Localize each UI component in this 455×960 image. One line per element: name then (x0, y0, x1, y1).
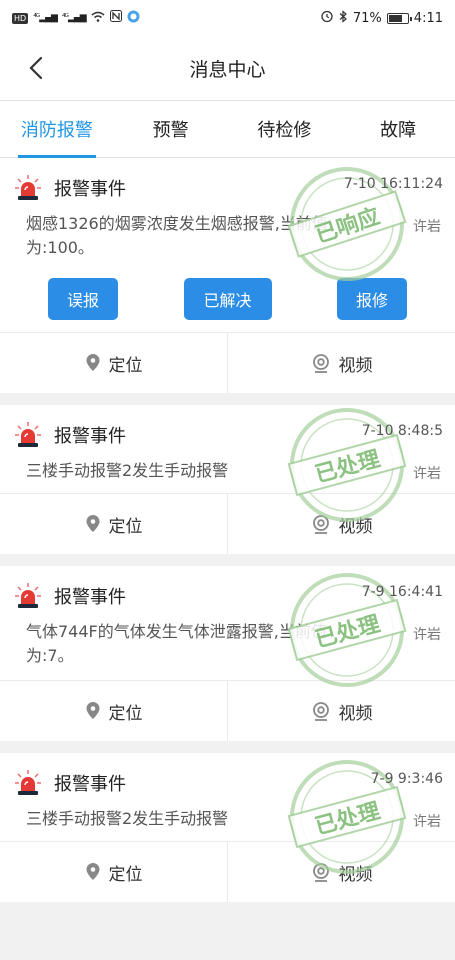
alarm-siren-icon (15, 583, 41, 608)
page-title: 消息中心 (189, 58, 266, 81)
alarm-siren-icon (15, 422, 41, 447)
locate-button[interactable]: 定位 (0, 333, 227, 393)
event-time: 7-10 16:11:24 (343, 176, 443, 192)
handler-name: 许岩 (413, 219, 441, 235)
tab-pending-repair[interactable]: 待检修 (228, 101, 342, 157)
tab-bar: 消防报警 预警 待检修 故障 (0, 100, 455, 158)
event-message: 烟感1326的烟雾浓度发生烟感报警,当前值为:100。 (26, 214, 328, 257)
video-button[interactable]: 视频 (227, 842, 455, 902)
event-time: 7-9 9:3:46 (370, 771, 443, 787)
event-time: 7-9 16:4:41 (361, 584, 443, 600)
clock: 4:11 (413, 10, 443, 26)
video-camera-icon (312, 515, 329, 534)
handler-name: 许岩 (413, 627, 441, 643)
handler-name: 许岩 (413, 466, 441, 482)
alarm-card[interactable]: 已处理 报警事件 7-9 9:3:46 三楼手动报警2发生手动报警 许岩 定位 … (0, 753, 455, 902)
event-message: 气体744F的气体发生气体泄露报警,当前值为:7。 (26, 622, 327, 665)
video-label: 视频 (338, 516, 373, 537)
alarm-siren-icon (15, 770, 41, 795)
signal-icon: ⁴ᴳ▂▄▆ (33, 13, 58, 23)
message-list: 已响应 报警事件 7-10 16:11:24 烟感1326的烟雾浓度发生烟感报警… (0, 158, 455, 902)
alarm-card[interactable]: 已响应 报警事件 7-10 16:11:24 烟感1326的烟雾浓度发生烟感报警… (0, 158, 455, 393)
video-button[interactable]: 视频 (227, 494, 455, 554)
hd-badge: HD (12, 12, 29, 24)
event-message: 三楼手动报警2发生手动报警 (26, 461, 229, 480)
location-pin-icon (86, 863, 99, 880)
event-title: 报警事件 (54, 587, 126, 608)
wifi-icon (91, 11, 105, 26)
locate-label: 定位 (108, 355, 143, 376)
event-title: 报警事件 (54, 179, 126, 200)
status-bar: HD ⁴ᴳ▂▄▆ ⁴ᴳ▂▄▆ 71% 4:11 (0, 0, 455, 36)
locate-label: 定位 (108, 864, 143, 885)
video-label: 视频 (338, 355, 373, 376)
locate-button[interactable]: 定位 (0, 494, 227, 554)
event-title: 报警事件 (54, 426, 126, 447)
location-pin-icon (86, 702, 99, 719)
alarm-card[interactable]: 已处理 报警事件 7-9 16:4:41 气体744F的气体发生气体泄露报警,当… (0, 566, 455, 741)
event-message: 三楼手动报警2发生手动报警 (26, 809, 229, 828)
locate-button[interactable]: 定位 (0, 681, 227, 741)
bluetooth-icon (339, 9, 348, 27)
event-time: 7-10 8:48:5 (361, 423, 443, 439)
locate-button[interactable]: 定位 (0, 842, 227, 902)
location-pin-icon (86, 354, 99, 371)
alarm-siren-icon (15, 175, 41, 200)
false-alarm-button[interactable]: 误报 (48, 278, 118, 320)
video-camera-icon (312, 863, 329, 882)
app-notification-icon (127, 10, 140, 27)
event-title: 报警事件 (54, 774, 126, 795)
back-button[interactable] (18, 50, 54, 86)
alarm-card[interactable]: 已处理 报警事件 7-10 8:48:5 三楼手动报警2发生手动报警 许岩 定位… (0, 405, 455, 554)
locate-label: 定位 (108, 516, 143, 537)
tab-fault[interactable]: 故障 (341, 101, 455, 157)
video-label: 视频 (338, 864, 373, 885)
locate-label: 定位 (108, 703, 143, 724)
nfc-icon (109, 10, 122, 26)
video-camera-icon (312, 354, 329, 373)
header: 消息中心 (0, 36, 455, 100)
battery-percent: 71% (352, 10, 382, 26)
report-repair-button[interactable]: 报修 (337, 278, 407, 320)
video-label: 视频 (338, 703, 373, 724)
video-button[interactable]: 视频 (227, 681, 455, 741)
video-button[interactable]: 视频 (227, 333, 455, 393)
tab-fire-alarm[interactable]: 消防报警 (0, 101, 114, 157)
alarm-clock-icon (320, 9, 334, 27)
battery-icon (386, 12, 412, 24)
handler-name: 许岩 (413, 814, 441, 830)
resolved-button[interactable]: 已解决 (183, 278, 272, 320)
video-camera-icon (312, 702, 329, 721)
location-pin-icon (86, 515, 99, 532)
signal-icon: ⁴ᴳ▂▄▆ (61, 13, 87, 23)
chevron-left-icon (29, 56, 43, 80)
tab-warning[interactable]: 预警 (114, 101, 228, 157)
